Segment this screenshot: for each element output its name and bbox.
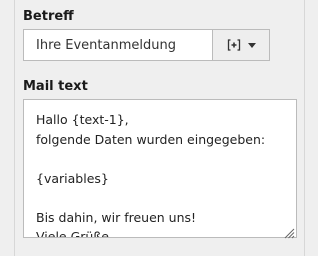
subject-input[interactable] [23,29,213,61]
bracket-plus-icon [227,39,241,51]
mail-text-label: Mail text [23,79,88,94]
mail-text-field: Hallo {text-1}, folgende Daten wurden ei… [23,99,297,239]
subject-input-group [23,29,270,61]
caret-down-icon [247,42,256,48]
subject-label: Betreff [23,9,74,24]
resize-handle-icon[interactable] [283,224,295,239]
mail-text-textarea[interactable]: Hallo {text-1}, folgende Daten wurden ei… [24,100,296,237]
form-panel: Betreff Mail text Hallo {text-1}, folgen… [0,0,318,256]
outer-scrollbar[interactable] [305,0,318,256]
insert-variable-dropdown-button[interactable] [213,29,270,61]
